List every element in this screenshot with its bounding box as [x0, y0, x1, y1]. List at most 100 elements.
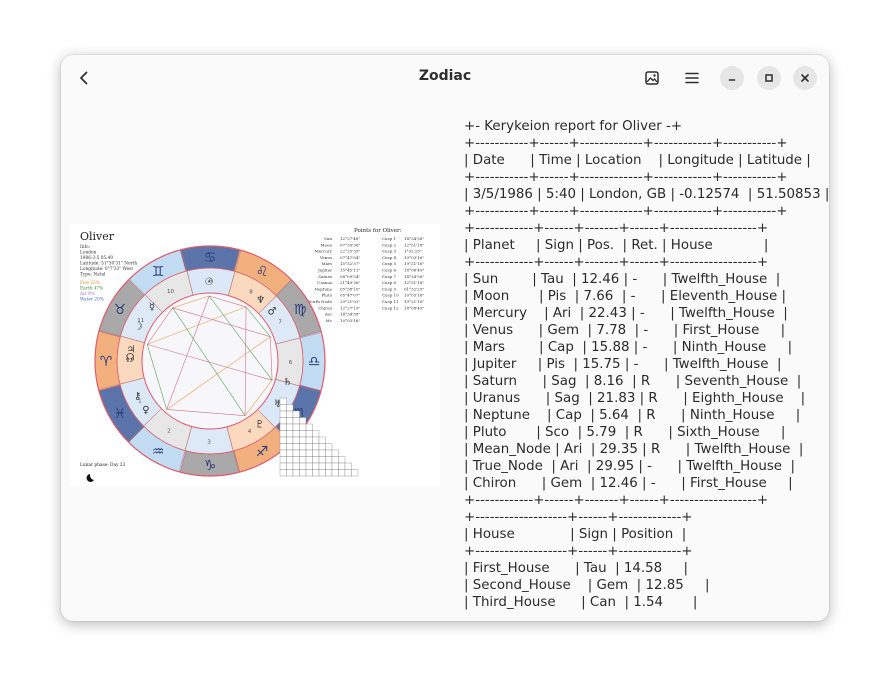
aspect-grid-cell [279, 417, 287, 425]
point-name: Jupiter [317, 268, 332, 273]
chart-element-line: Earth 47% [80, 287, 103, 292]
zodiac-glyph: ♉ [114, 302, 127, 318]
minimize-icon [728, 79, 736, 81]
planet-glyph: ♆ [256, 295, 265, 306]
close-button[interactable] [793, 66, 817, 90]
point-value: 12°27'48" [340, 236, 360, 241]
point-name: Mc [326, 318, 333, 323]
aspect-grid-cell [305, 456, 313, 464]
aspect-grid-cell [292, 410, 300, 418]
chart-info-line: Info: [80, 245, 90, 250]
point-name: Saturn [318, 274, 332, 279]
chart-info: Info:London1986-3-5 05:40Latitude: 51°30… [80, 245, 137, 278]
aspect-grid-cell [279, 436, 287, 444]
cusp-value: 10°03'16" [404, 293, 424, 298]
aspect-grid-cell [312, 443, 320, 451]
aspect-grid-cell [312, 449, 320, 457]
cusp-name: Cusp 3 [382, 249, 397, 254]
aspect-grid-cell [299, 462, 307, 470]
aspect-grid-cell [292, 417, 300, 425]
cusp-value: 14°34'58" [404, 274, 424, 279]
zodiac-glyph: ♑ [204, 458, 217, 474]
cusp-value: 19°21'16" [404, 261, 424, 266]
planet-glyph: ☿ [149, 302, 155, 313]
report-line: | Moon | Pis | 7.66 | - | Eleventh_House… [464, 289, 786, 304]
aspect-grid-cell [305, 469, 313, 477]
main-menu-button[interactable] [680, 66, 704, 90]
report-line: +------------+------+-------+------+----… [464, 255, 769, 270]
app-window: Zodiac Oliver Info: London 1986-3-5 05:40 L… [61, 55, 829, 621]
house-number: 4 [248, 429, 252, 435]
cusp-value: 19°21'16" [404, 299, 424, 304]
point-name: Mars [322, 261, 332, 266]
aspect-grid-cell [325, 449, 333, 457]
lunar-phase-label: Lunar phase: Day 23 [80, 463, 126, 468]
aspect-grid-cell [338, 456, 346, 464]
minimize-button[interactable] [720, 66, 744, 90]
report-title: +- Kerykeion report for Oliver -+ [464, 119, 683, 134]
cusp-name: Cusp 7 [382, 274, 397, 279]
aspect-grid-cell [325, 456, 333, 464]
planet-glyph: ☊ [126, 352, 135, 363]
chart-element-line: Fire 23% [80, 281, 100, 286]
report-line: | Date | Time | Location | Longitude | L… [464, 153, 811, 168]
zodiac-glyph: ♋ [204, 250, 217, 266]
chart-info-line: Latitude: 51°30'31" North [80, 262, 137, 267]
aspect-grid-cell [338, 462, 346, 470]
aspect-grid-cell [279, 423, 287, 431]
zodiac-glyph: ♈ [100, 354, 113, 370]
report-line: | House | Sign | Position | [464, 527, 687, 542]
cusp-name: Cusp 11 [382, 299, 399, 304]
aspect-grid-cell [286, 430, 294, 438]
aspect-grid-cell [292, 462, 300, 470]
zodiac-glyph: ♒ [152, 444, 165, 460]
report-line: | 3/5/1986 | 5:40 | London, GB | -0.1257… [464, 187, 829, 202]
aspect-grid-cell [312, 456, 320, 464]
image-button[interactable] [640, 66, 664, 90]
aspect-grid-cell [292, 469, 300, 477]
point-value: 10°03'16" [340, 318, 360, 323]
report-line: | Third_House | Can | 1.54 | [464, 595, 698, 610]
aspect-grid-cell [286, 417, 294, 425]
aspect-grid-cell [305, 462, 313, 470]
aspect-grid-cell [279, 443, 287, 451]
aspect-grid-cell [351, 469, 359, 477]
moon-phase-icon [86, 474, 94, 482]
cusp-value: 01°32'25" [404, 286, 424, 291]
aspect-grid-cell [331, 462, 339, 470]
point-value: 05°38'10" [340, 286, 360, 291]
planet-glyph: ⚷ [134, 391, 141, 402]
point-name: Uranus [317, 280, 332, 285]
aspect-grid-cell [318, 462, 326, 470]
point-name: Venus [319, 255, 332, 260]
aspect-grid-cell [286, 469, 294, 477]
aspect-grid-cell [305, 443, 313, 451]
cusp-value: 1°32'25" [404, 249, 422, 254]
aspect-grid-cell [286, 436, 294, 444]
aspect-grid-cell [318, 436, 326, 444]
maximize-button[interactable] [757, 66, 781, 90]
cusp-value: 18°08'49" [404, 268, 424, 273]
report-line: | Saturn | Sag | 8.16 | R | Seventh_Hous… [464, 374, 802, 389]
house-number: 3 [207, 439, 211, 445]
cusp-name: Cusp 4 [382, 255, 397, 260]
aspect-grid-cell [299, 443, 307, 451]
aspect-grid-cell [299, 417, 307, 425]
close-icon [801, 74, 809, 82]
report-line: +------------+------+-------+------+----… [464, 493, 769, 508]
report-line: | First_House | Tau | 14.58 | [464, 561, 688, 576]
planet-glyph: ♀ [142, 405, 149, 416]
report-line: | Pluto | Sco | 5.79 | R | Sixth_House | [464, 425, 786, 440]
cusp-value: 18°08'49" [404, 305, 424, 310]
report-line: +-----------+------+-------------+------… [464, 204, 788, 219]
cusp-name: Cusp 5 [382, 261, 397, 266]
aspect-grid-cell [286, 462, 294, 470]
aspect-grid-cell [318, 456, 326, 464]
aspect-grid-cell [279, 410, 287, 418]
aspect-grid-cell [279, 469, 287, 477]
aspect-grid-cell [318, 443, 326, 451]
window-title: Zodiac [418, 68, 472, 84]
chart-element-line: Water 20% [80, 298, 104, 303]
zodiac-glyph: ♊ [152, 264, 165, 280]
aspect-grid-cell [331, 456, 339, 464]
